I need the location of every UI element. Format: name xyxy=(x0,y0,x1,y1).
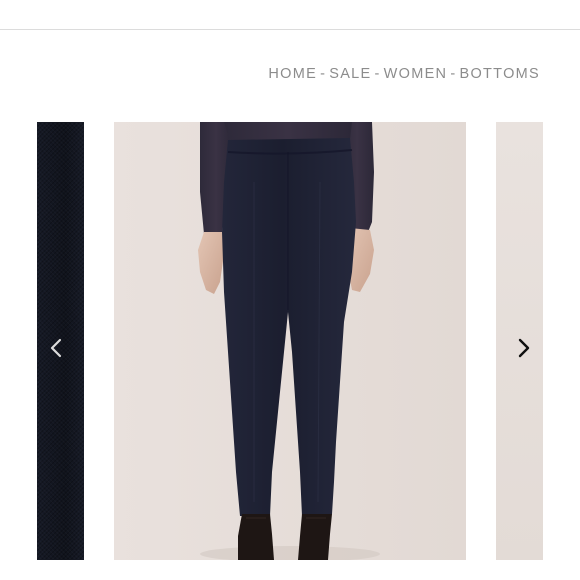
breadcrumb-separator: - xyxy=(450,66,457,82)
breadcrumb-women[interactable]: WOMEN xyxy=(384,66,448,82)
product-photo xyxy=(114,122,466,560)
carousel-slide-current[interactable] xyxy=(114,122,466,560)
product-page: HOME - SALE - WOMEN - BOTTOMS xyxy=(0,0,580,580)
chevron-right-icon[interactable] xyxy=(514,336,534,360)
product-image-carousel xyxy=(0,122,580,560)
breadcrumb: HOME - SALE - WOMEN - BOTTOMS xyxy=(268,66,540,82)
breadcrumb-bottoms[interactable]: BOTTOMS xyxy=(459,66,540,82)
breadcrumb-separator: - xyxy=(320,66,327,82)
chevron-left-icon[interactable] xyxy=(47,336,67,360)
breadcrumb-separator: - xyxy=(374,66,381,82)
breadcrumb-sale[interactable]: SALE xyxy=(329,66,371,82)
header-divider xyxy=(0,29,580,30)
breadcrumb-home[interactable]: HOME xyxy=(268,66,317,82)
